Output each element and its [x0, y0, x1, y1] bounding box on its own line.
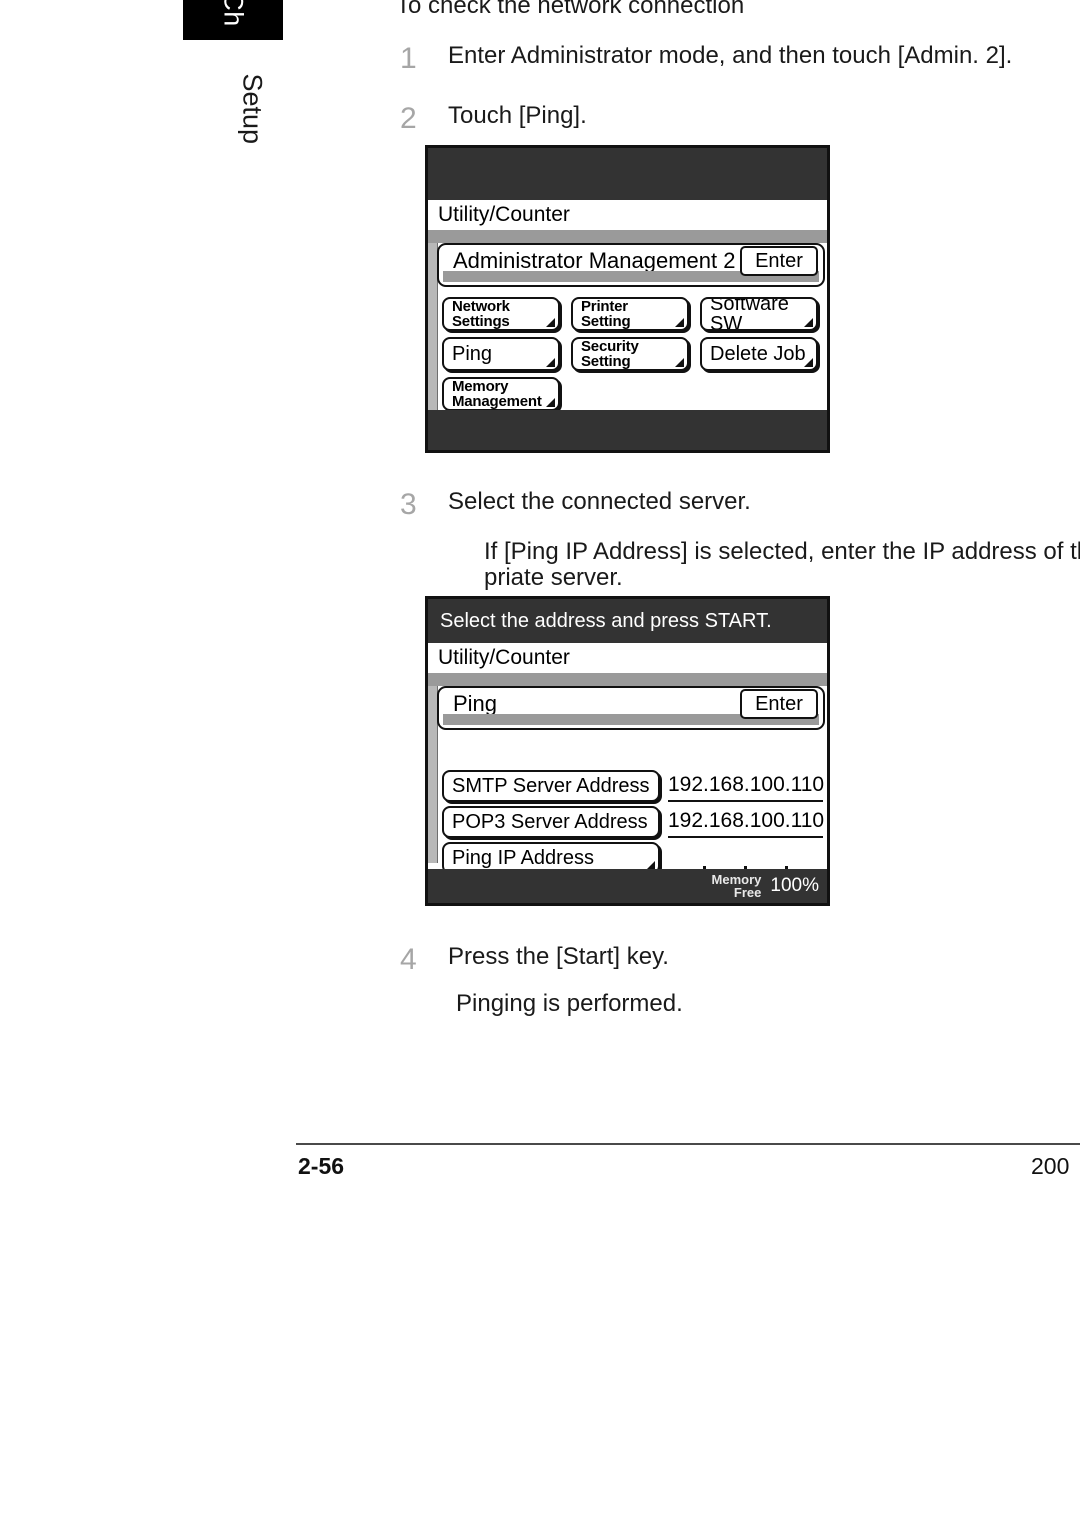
step-2: 2 Touch [Ping].	[400, 104, 1040, 134]
softkey-network-settings[interactable]: Network Settings	[442, 297, 560, 331]
chapter-tab: Ch	[183, 0, 283, 40]
expand-corner-icon	[804, 358, 813, 367]
step-3: 3 Select the connected server.	[400, 490, 1040, 520]
softkey-printer-setting[interactable]: Printer Setting	[571, 297, 689, 331]
softkey-security-setting-label: Security Setting	[581, 338, 639, 370]
footer-right-text: 200	[1031, 1153, 1070, 1179]
chapter-tab-label: Ch	[218, 0, 249, 27]
softkey-pop3-server-address-label: POP3 Server Address	[452, 811, 648, 833]
expand-corner-icon	[675, 358, 684, 367]
softkey-memory-management[interactable]: Memory Management	[442, 377, 560, 411]
step-2-number: 2	[400, 102, 417, 135]
softkey-security-setting[interactable]: Security Setting	[571, 337, 689, 371]
memory-free-label-line2: Free	[733, 885, 762, 900]
panel2-enter-button[interactable]: Enter	[740, 689, 818, 719]
footer-divider	[296, 1143, 1080, 1145]
softkey-software-sw-label: Software SW	[710, 297, 789, 331]
panel2-title-bar: Utility/Counter	[428, 643, 827, 673]
step-4-text: Press the [Start] key.	[448, 943, 669, 970]
softkey-delete-job[interactable]: Delete Job	[700, 337, 818, 371]
panel1-body: Administrator Management 2 Enter Network…	[428, 243, 827, 411]
step-4-note: Pinging is performed.	[456, 990, 683, 1017]
panel2-footer-bar: Memory Free 100%	[428, 869, 827, 903]
softkey-ping[interactable]: Ping	[442, 337, 560, 371]
panel2-message-bar: Select the address and press START.	[428, 599, 827, 643]
footer-page-number: 2-56	[298, 1153, 345, 1179]
expand-corner-icon	[675, 318, 684, 327]
memory-free-label: Memory Free	[712, 873, 762, 899]
step-3-text: Select the connected server.	[448, 488, 751, 515]
panel2-grey-band	[428, 673, 827, 686]
step-1: 1 Enter Administrator mode, and then tou…	[400, 44, 1040, 74]
section-tab-label: Setup	[237, 73, 268, 145]
expand-corner-icon	[804, 318, 813, 327]
panel2-body: Ping Enter SMTP Server Address 192.168.1…	[428, 686, 827, 874]
step-2-text: Touch [Ping].	[448, 102, 587, 129]
step-1-text: Enter Administrator mode, and then touch…	[448, 42, 1013, 69]
softkey-memory-management-label: Memory Management	[452, 378, 542, 410]
lcd-panel-ping: Select the address and press START. Util…	[425, 596, 830, 906]
memory-free-value: 100%	[770, 875, 819, 896]
step-1-number: 1	[400, 42, 417, 75]
softkey-ping-label: Ping	[452, 343, 493, 365]
panel1-title-bar: Utility/Counter	[428, 200, 827, 230]
softkey-printer-setting-label: Printer Setting	[581, 298, 631, 330]
panel1-grey-band	[428, 230, 827, 243]
softkey-smtp-server-address[interactable]: SMTP Server Address	[442, 770, 660, 802]
panel1-footer-bar	[428, 410, 827, 450]
step-4-number: 4	[400, 943, 417, 976]
page-title: To check the network connection	[396, 0, 745, 19]
lcd-panel-admin-management: Utility/Counter Administrator Management…	[425, 145, 830, 453]
pop3-server-address-value: 192.168.100.110	[668, 806, 824, 838]
softkey-smtp-server-address-label: SMTP Server Address	[452, 775, 650, 797]
smtp-server-address-value: 192.168.100.110	[668, 770, 824, 802]
expand-corner-icon	[546, 398, 555, 407]
softkey-pop3-server-address[interactable]: POP3 Server Address	[442, 806, 660, 838]
panel1-enter-button[interactable]: Enter	[740, 246, 818, 276]
softkey-ping-ip-address-label: Ping IP Address	[452, 847, 594, 869]
memory-free-indicator: Memory Free 100%	[712, 873, 819, 899]
softkey-network-settings-label: Network Settings	[452, 298, 510, 330]
step-3-note-line-2: priate server.	[484, 564, 623, 591]
step-3-number: 3	[400, 488, 417, 521]
expand-corner-icon	[546, 358, 555, 367]
softkey-delete-job-label: Delete Job	[710, 343, 806, 365]
expand-corner-icon	[546, 318, 555, 327]
step-4: 4 Press the [Start] key.	[400, 945, 1040, 975]
softkey-software-sw[interactable]: Software SW	[700, 297, 818, 331]
panel1-message-bar	[428, 148, 827, 200]
